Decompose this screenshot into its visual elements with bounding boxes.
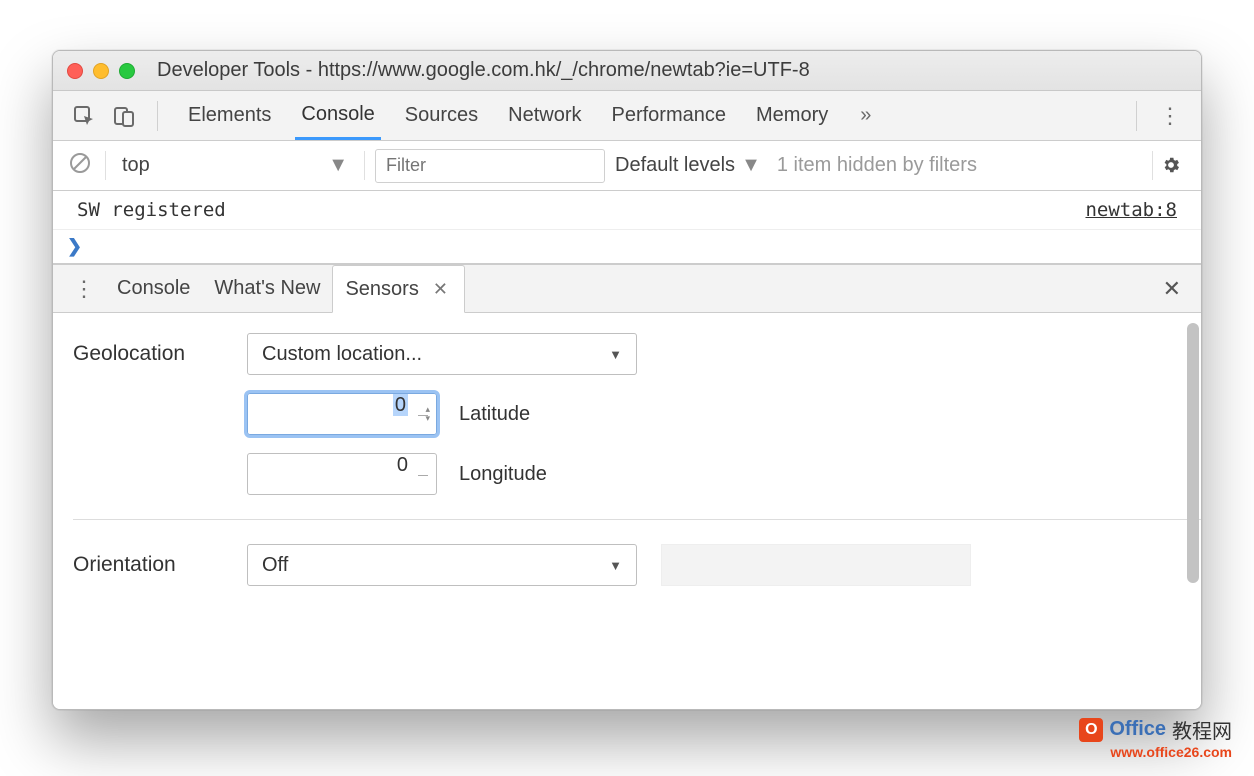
watermark-url: www.office26.com — [1079, 744, 1232, 760]
orientation-row: Orientation Off ▼ — [73, 544, 1201, 586]
latitude-label: Latitude — [459, 403, 530, 426]
drawer-tab-whats-new[interactable]: What's New — [202, 265, 332, 312]
geolocation-row: Geolocation Custom location... ▼ — [73, 333, 1201, 375]
zoom-window-button[interactable] — [119, 63, 135, 79]
geolocation-label: Geolocation — [73, 342, 223, 366]
tab-network[interactable]: Network — [502, 91, 587, 140]
log-levels-select[interactable]: Default levels ▼ — [615, 154, 761, 177]
traffic-lights — [67, 63, 135, 79]
triangle-down-icon: ▼ — [609, 347, 622, 362]
close-window-button[interactable] — [67, 63, 83, 79]
section-divider — [73, 519, 1201, 520]
tab-sources[interactable]: Sources — [399, 91, 484, 140]
devtools-window: Developer Tools - https://www.google.com… — [52, 50, 1202, 710]
window-title: Developer Tools - https://www.google.com… — [157, 59, 810, 82]
kebab-menu-icon[interactable]: ⋮ — [1153, 103, 1187, 129]
longitude-row: 0 Longitude — [247, 453, 1201, 495]
console-filter-input[interactable] — [375, 149, 605, 183]
latitude-input[interactable]: 0 ▴▾ — [247, 393, 437, 435]
hidden-count-label: 1 item hidden by filters — [777, 154, 977, 177]
inspect-element-icon[interactable] — [67, 99, 101, 133]
scrollbar-thumb[interactable] — [1187, 323, 1199, 583]
geolocation-select[interactable]: Custom location... ▼ — [247, 333, 637, 375]
minimize-window-button[interactable] — [93, 63, 109, 79]
tab-performance[interactable]: Performance — [606, 91, 733, 140]
orientation-label: Orientation — [73, 553, 223, 577]
context-value: top — [122, 154, 150, 177]
console-messages: SW registered newtab:8 — [53, 191, 1201, 265]
console-settings-icon[interactable] — [1152, 151, 1189, 180]
watermark-brand: Office — [1109, 718, 1166, 741]
close-drawer-icon[interactable]: ✕ — [1153, 265, 1191, 312]
drawer-tab-console[interactable]: Console — [105, 265, 202, 312]
close-tab-icon[interactable]: ✕ — [429, 279, 452, 300]
orientation-preview — [661, 544, 971, 586]
sensors-panel: Geolocation Custom location... ▼ 0 ▴▾ La… — [53, 313, 1201, 709]
console-toolbar: top ▼ Default levels ▼ 1 item hidden by … — [53, 141, 1201, 191]
console-input-prompt[interactable] — [53, 230, 1201, 264]
drawer-kebab-menu-icon[interactable]: ⋮ — [63, 265, 105, 312]
caret-down-icon: ▼ — [328, 154, 348, 177]
longitude-label: Longitude — [459, 463, 547, 486]
tab-elements[interactable]: Elements — [182, 91, 277, 140]
orientation-select[interactable]: Off ▼ — [247, 544, 637, 586]
tab-memory[interactable]: Memory — [750, 91, 834, 140]
spinner-icon[interactable]: ▴▾ — [425, 405, 430, 423]
main-toolbar: Elements Console Sources Network Perform… — [53, 91, 1201, 141]
drawer-tabs: ⋮ Console What's New Sensors ✕ ✕ — [53, 265, 1201, 313]
log-text: SW registered — [77, 199, 226, 221]
overflow-tabs-icon[interactable]: » — [852, 104, 879, 127]
console-message-row: SW registered newtab:8 — [53, 191, 1201, 230]
log-source-link[interactable]: newtab:8 — [1085, 199, 1177, 221]
triangle-down-icon: ▼ — [609, 558, 622, 573]
toggle-device-toolbar-icon[interactable] — [107, 99, 141, 133]
latitude-row: 0 ▴▾ Latitude — [247, 393, 1201, 435]
titlebar: Developer Tools - https://www.google.com… — [53, 51, 1201, 91]
clear-console-icon[interactable] — [65, 152, 95, 180]
main-tabs: Elements Console Sources Network Perform… — [182, 91, 1120, 140]
watermark: O Office 教程网 www.office26.com — [1079, 715, 1232, 760]
watermark-logo-icon: O — [1079, 718, 1103, 742]
drawer-tab-sensors[interactable]: Sensors ✕ — [332, 265, 464, 313]
execution-context-select[interactable]: top ▼ — [105, 151, 365, 180]
tab-console[interactable]: Console — [295, 91, 380, 140]
watermark-brand-cn: 教程网 — [1172, 715, 1232, 744]
toolbar-divider — [157, 101, 158, 131]
caret-down-icon: ▼ — [741, 154, 761, 177]
toolbar-divider — [1136, 101, 1137, 131]
longitude-input[interactable]: 0 — [247, 453, 437, 495]
